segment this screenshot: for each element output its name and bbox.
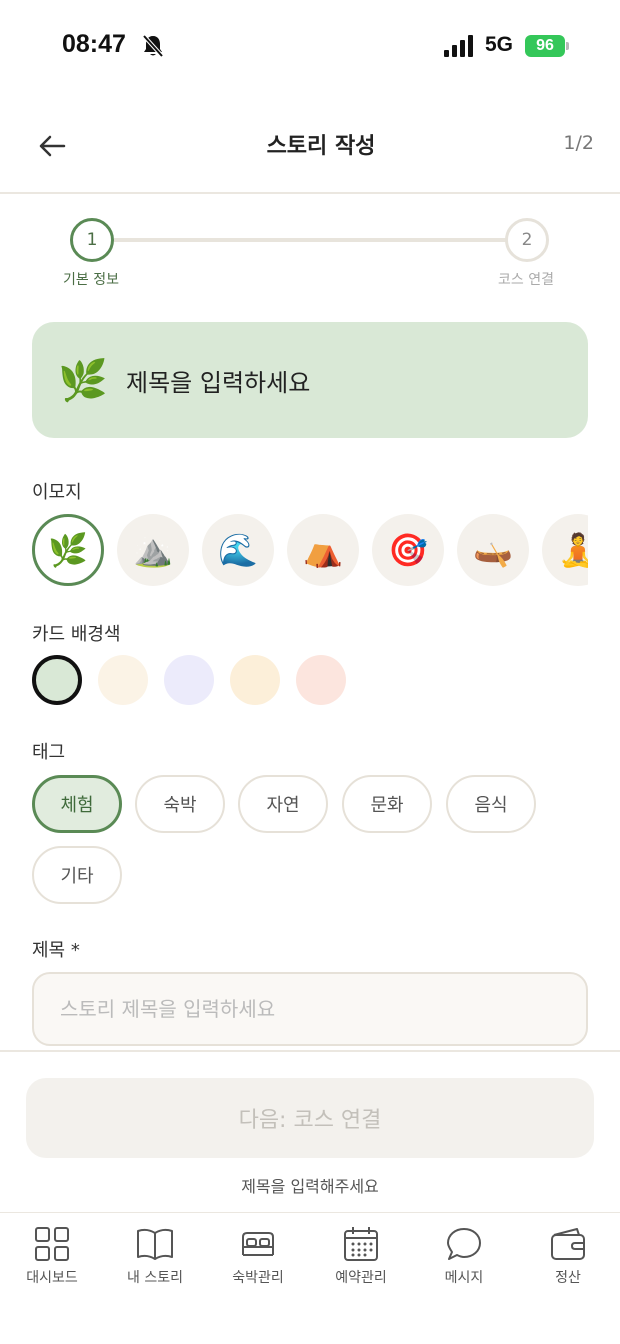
color-option-lavender[interactable]: [164, 655, 214, 705]
status-time: 08:47: [62, 30, 126, 58]
tab-reservations[interactable]: 예약관리: [309, 1225, 413, 1287]
emoji-option-wave[interactable]: 🌊: [202, 514, 274, 586]
emoji-option-mountain[interactable]: ⛰️: [117, 514, 189, 586]
battery-indicator: 96: [525, 35, 565, 57]
grid-icon: [35, 1227, 69, 1261]
color-option-green[interactable]: [32, 655, 82, 705]
tag-lodging[interactable]: 숙박: [135, 775, 225, 833]
title-field-label: 제목 *: [32, 940, 80, 961]
tab-settlement-label: 정산: [555, 1270, 581, 1286]
validation-hint: 제목을 입력해주세요: [241, 1177, 379, 1196]
emoji-option-tent[interactable]: ⛺: [287, 514, 359, 586]
emoji-picker: 🌿 ⛰️ 🌊 ⛺ 🎯 🛶 🧘: [32, 514, 588, 588]
emoji-option-target[interactable]: 🎯: [372, 514, 444, 586]
chat-icon: [447, 1228, 481, 1260]
wallet-icon: [551, 1228, 585, 1260]
emoji-option-yoga[interactable]: 🧘: [542, 514, 588, 586]
tab-my-stories[interactable]: 내 스토리: [103, 1225, 207, 1287]
tag-section-label: 태그: [32, 742, 66, 763]
color-option-pink[interactable]: [296, 655, 346, 705]
emoji-option-herb[interactable]: 🌿: [32, 514, 104, 586]
stepper: 1 2 기본 정보 코스 연결: [0, 216, 620, 296]
tab-settlement[interactable]: 정산: [516, 1225, 620, 1287]
tag-experience[interactable]: 체험: [32, 775, 122, 833]
tab-lodging-label: 숙박관리: [232, 1270, 284, 1286]
title-input[interactable]: [32, 972, 588, 1046]
header: 스토리 작성 1/2: [0, 92, 620, 194]
preview-title: 제목을 입력하세요: [126, 368, 311, 397]
tab-messages-label: 메시지: [444, 1270, 484, 1286]
tag-nature[interactable]: 자연: [238, 775, 328, 833]
bell-off-icon: [142, 34, 164, 58]
tab-reservations-label: 예약관리: [335, 1270, 387, 1286]
color-picker: [32, 655, 592, 707]
network-label: 5G: [485, 33, 514, 56]
footer-divider: [0, 1050, 620, 1052]
step-1-indicator: 1: [70, 218, 114, 262]
bed-icon: [242, 1232, 274, 1256]
next-button[interactable]: 다음: 코스 연결: [26, 1078, 594, 1158]
color-section-label: 카드 배경색: [32, 624, 121, 645]
tab-messages[interactable]: 메시지: [412, 1225, 516, 1287]
step-1-label: 기본 정보: [63, 272, 119, 288]
step-count: 1/2: [563, 132, 594, 154]
tag-food[interactable]: 음식: [446, 775, 536, 833]
status-bar: 08:47 5G 96: [0, 0, 620, 92]
tab-my-stories-label: 내 스토리: [127, 1270, 183, 1286]
emoji-option-canoe[interactable]: 🛶: [457, 514, 529, 586]
page-title: 스토리 작성: [266, 134, 376, 159]
tab-dashboard-label: 대시보드: [26, 1270, 78, 1286]
story-card-preview: 🌿 제목을 입력하세요: [32, 322, 588, 438]
color-option-cream[interactable]: [98, 655, 148, 705]
step-2-label: 코스 연결: [498, 272, 554, 288]
step-progress-line: [114, 238, 506, 242]
battery-tip: [566, 42, 569, 50]
step-2-indicator: 2: [505, 218, 549, 262]
tab-dashboard[interactable]: 대시보드: [0, 1225, 104, 1287]
calendar-icon: [344, 1227, 378, 1261]
emoji-section-label: 이모지: [32, 482, 82, 503]
tag-other[interactable]: 기타: [32, 846, 122, 904]
color-option-peach[interactable]: [230, 655, 280, 705]
signal-icon: [444, 35, 473, 57]
tag-culture[interactable]: 문화: [342, 775, 432, 833]
bottom-tab-bar: 대시보드 내 스토리 숙박관리 예약관리 메시지 정산: [0, 1212, 620, 1344]
tab-lodging[interactable]: 숙박관리: [206, 1225, 310, 1287]
preview-emoji: 🌿: [58, 357, 108, 404]
book-icon: [137, 1228, 173, 1260]
